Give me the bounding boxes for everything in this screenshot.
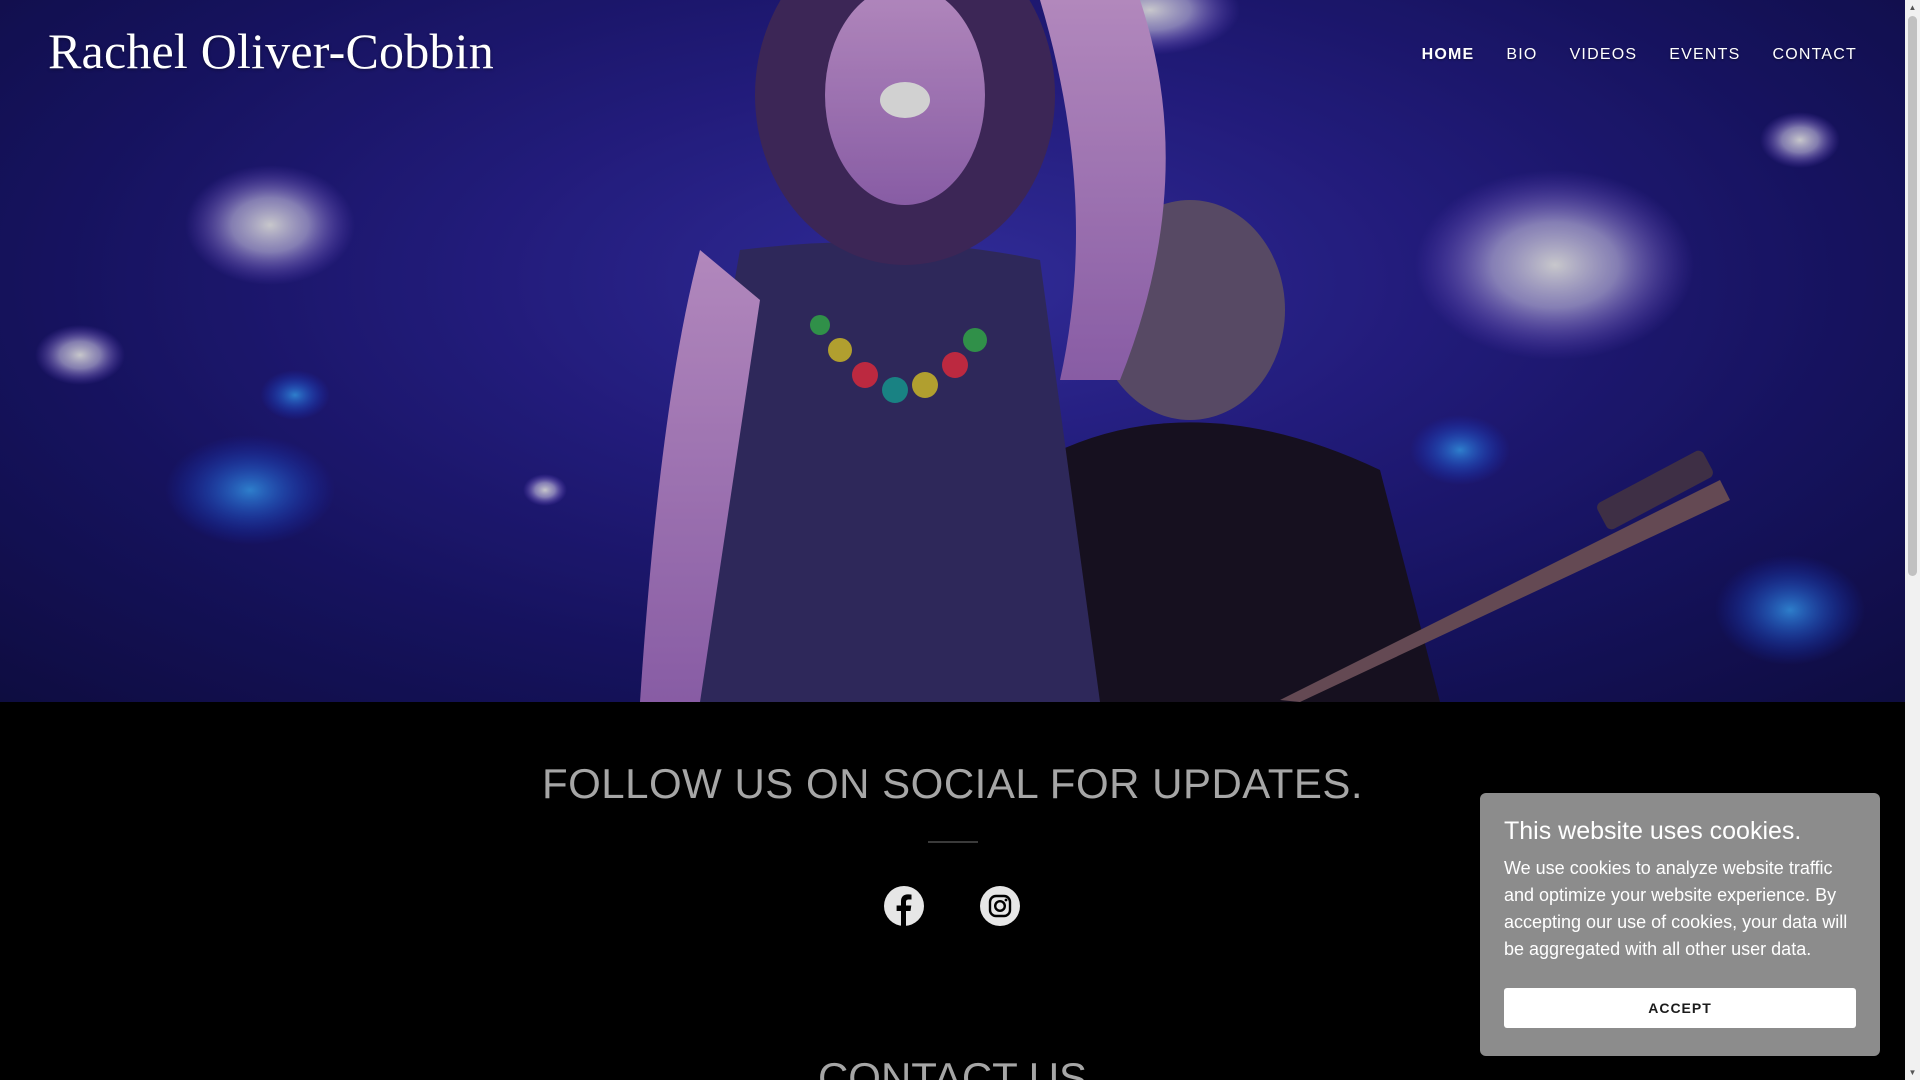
hero-image — [0, 0, 1905, 702]
page: Rachel Oliver-Cobbin HOME BIO VIDEOS EVE… — [0, 0, 1905, 1080]
cookie-text: We use cookies to analyze website traffi… — [1504, 858, 1848, 959]
cookie-banner: This website uses cookies. We use cookie… — [1480, 793, 1880, 1056]
contact-heading: CONTACT US — [817, 1054, 1088, 1080]
scroll-up-icon[interactable]: ▲ — [1905, 0, 1920, 15]
scrollbar[interactable]: ▲ ▼ — [1905, 0, 1920, 1080]
scroll-down-icon[interactable]: ▼ — [1905, 1065, 1920, 1080]
accept-button[interactable]: ACCEPT — [1504, 988, 1856, 1028]
nav-bio[interactable]: BIO — [1506, 46, 1537, 64]
instagram-icon[interactable] — [980, 886, 1020, 926]
section-divider — [928, 841, 978, 843]
nav-videos[interactable]: VIDEOS — [1570, 46, 1638, 64]
nav-home[interactable]: HOME — [1422, 46, 1475, 64]
hero-banner: Rachel Oliver-Cobbin HOME BIO VIDEOS EVE… — [0, 0, 1905, 702]
nav-events[interactable]: EVENTS — [1669, 46, 1740, 64]
scroll-thumb[interactable] — [1908, 16, 1917, 576]
main-nav: HOME BIO VIDEOS EVENTS CONTACT — [1422, 46, 1857, 64]
cookie-title: This website uses cookies. — [1504, 817, 1802, 845]
facebook-icon[interactable] — [884, 886, 924, 926]
site-title[interactable]: Rachel Oliver-Cobbin — [48, 22, 494, 80]
nav-contact[interactable]: CONTACT — [1772, 46, 1857, 64]
